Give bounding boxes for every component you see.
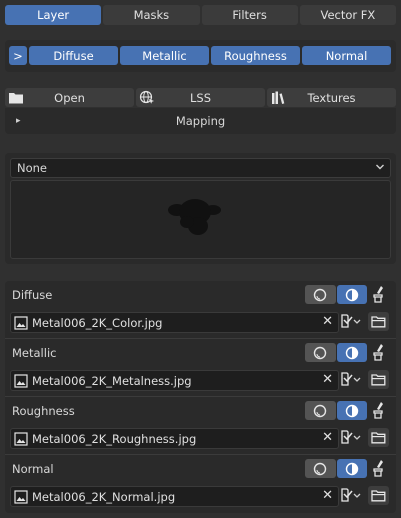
channel-metallic-toggle[interactable]: Metallic xyxy=(120,46,209,65)
browse-folder-button[interactable] xyxy=(368,486,389,505)
image-file-field[interactable]: Metal006_2K_Roughness.jpg ✕ xyxy=(10,428,339,449)
tab-vector-fx[interactable]: Vector FX xyxy=(299,5,396,25)
pack-icon xyxy=(341,488,361,502)
sphere-outline-icon xyxy=(314,462,327,475)
sphere-shaded-icon xyxy=(345,404,358,417)
pack-icon xyxy=(341,372,361,386)
image-file-name: Metal006_2K_Normal.jpg xyxy=(32,489,176,504)
image-icon xyxy=(14,489,28,504)
pack-menu-button[interactable] xyxy=(339,428,365,447)
sphere-outline-icon xyxy=(314,404,327,417)
mode-a-button[interactable] xyxy=(305,285,336,304)
texture-tools-row: Open LSS Textures xyxy=(5,88,396,107)
folder-icon xyxy=(371,490,386,502)
blend-mode-toggle xyxy=(305,285,367,304)
preview-select-value: None xyxy=(17,161,48,175)
folder-icon xyxy=(371,374,386,386)
pack-menu-button[interactable] xyxy=(339,370,365,389)
image-file-name: Metal006_2K_Color.jpg xyxy=(32,315,163,330)
slot-title: Metallic xyxy=(12,346,57,360)
folder-icon xyxy=(371,316,386,328)
folder-icon xyxy=(371,432,386,444)
mode-tabs: Layer Masks Filters Vector FX xyxy=(5,5,396,25)
mode-b-button[interactable] xyxy=(336,343,367,362)
pack-menu-button[interactable] xyxy=(339,486,365,505)
sphere-shaded-icon xyxy=(345,346,358,359)
browse-folder-button[interactable] xyxy=(368,312,389,331)
tab-masks[interactable]: Masks xyxy=(103,5,200,25)
sphere-outline-icon xyxy=(314,346,327,359)
pack-icon xyxy=(341,314,361,328)
channel-expand-button[interactable]: > xyxy=(9,46,27,65)
open-label: Open xyxy=(54,90,85,105)
clear-icon[interactable]: ✕ xyxy=(322,430,333,445)
clear-icon[interactable]: ✕ xyxy=(322,488,333,503)
asset-library-icon xyxy=(272,91,285,104)
texture-slot-normal: Normal Metal006_2K_Normal.jpg ✕ xyxy=(5,454,396,513)
mode-b-button[interactable] xyxy=(336,459,367,478)
channel-toggle-row: > Diffuse Metallic Roughness Normal xyxy=(9,46,391,65)
image-icon xyxy=(14,373,28,388)
channel-diffuse-toggle[interactable]: Diffuse xyxy=(29,46,118,65)
pack-menu-button[interactable] xyxy=(339,312,365,331)
image-file-field[interactable]: Metal006_2K_Normal.jpg ✕ xyxy=(10,486,339,507)
preview-object-select[interactable]: None xyxy=(10,158,391,178)
image-icon xyxy=(14,431,28,446)
browse-folder-button[interactable] xyxy=(368,370,389,389)
mode-b-button[interactable] xyxy=(336,285,367,304)
mapping-expand-arrow-icon[interactable]: ▸ xyxy=(16,116,21,126)
open-button[interactable]: Open xyxy=(5,88,134,107)
browse-folder-button[interactable] xyxy=(368,428,389,447)
mapping-label: Mapping xyxy=(175,114,226,128)
slot-divider xyxy=(5,396,396,397)
globe-cursor-icon xyxy=(139,90,154,104)
slot-divider xyxy=(5,454,396,455)
mapping-subpanel[interactable]: ▸ Mapping xyxy=(5,108,396,134)
sphere-shaded-icon xyxy=(345,462,358,475)
monkey-head-icon xyxy=(168,199,221,235)
brush-icon[interactable] xyxy=(371,459,388,477)
blend-mode-toggle xyxy=(305,459,367,478)
texture-slot-roughness: Roughness Metal006_2K_Roughness.jpg ✕ xyxy=(5,396,396,455)
texture-slot-diffuse: Diffuse Metal006_2K_Color.jpg ✕ xyxy=(5,281,396,339)
textures-button[interactable]: Textures xyxy=(267,88,396,107)
tab-layer[interactable]: Layer xyxy=(5,5,102,25)
mode-a-button[interactable] xyxy=(305,401,336,420)
image-icon xyxy=(14,315,28,330)
mode-b-button[interactable] xyxy=(336,401,367,420)
brush-icon[interactable] xyxy=(371,343,388,361)
clear-icon[interactable]: ✕ xyxy=(322,372,333,387)
mode-a-button[interactable] xyxy=(305,459,336,478)
brush-icon[interactable] xyxy=(371,401,388,419)
lss-label: LSS xyxy=(189,90,211,105)
slot-divider xyxy=(5,338,396,339)
image-file-field[interactable]: Metal006_2K_Metalness.jpg ✕ xyxy=(10,370,339,391)
channel-normal-toggle[interactable]: Normal xyxy=(302,46,391,65)
slot-title: Roughness xyxy=(12,404,75,418)
textures-label: Textures xyxy=(307,90,356,105)
chevron-down-icon xyxy=(376,164,384,170)
lss-button[interactable]: LSS xyxy=(136,88,265,107)
image-file-name: Metal006_2K_Metalness.jpg xyxy=(32,373,192,388)
blend-mode-toggle xyxy=(305,343,367,362)
brush-icon[interactable] xyxy=(371,285,388,303)
blend-mode-toggle xyxy=(305,401,367,420)
texture-slot-metallic: Metallic Metal006_2K_Metalness.jpg ✕ xyxy=(5,338,396,397)
slot-title: Normal xyxy=(12,462,54,476)
pack-icon xyxy=(341,430,361,444)
sphere-outline-icon xyxy=(314,288,327,301)
image-file-name: Metal006_2K_Roughness.jpg xyxy=(32,431,197,446)
channel-roughness-toggle[interactable]: Roughness xyxy=(211,46,300,65)
image-file-field[interactable]: Metal006_2K_Color.jpg ✕ xyxy=(10,312,339,333)
tab-filters[interactable]: Filters xyxy=(201,5,298,25)
sphere-shaded-icon xyxy=(345,288,358,301)
folder-icon xyxy=(9,93,23,104)
clear-icon[interactable]: ✕ xyxy=(322,314,333,329)
mode-a-button[interactable] xyxy=(305,343,336,362)
slot-title: Diffuse xyxy=(12,288,53,302)
